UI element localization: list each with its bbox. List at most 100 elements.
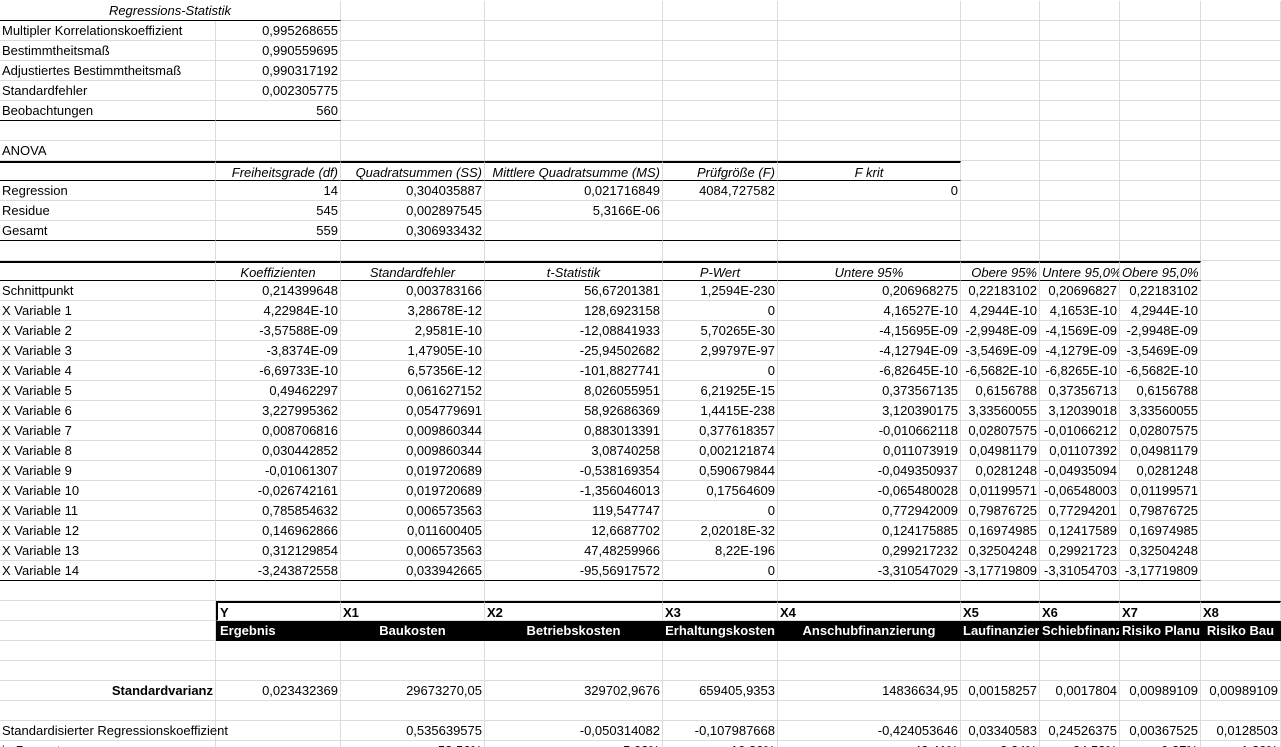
coeff-value[interactable]: -1,356046013 — [485, 481, 663, 501]
empty-cell[interactable] — [778, 101, 961, 121]
empty-cell[interactable] — [485, 101, 663, 121]
empty-cell[interactable] — [0, 161, 216, 181]
coeff-header[interactable]: t-Statistik — [485, 261, 663, 281]
empty-cell[interactable] — [341, 661, 485, 681]
empty-cell[interactable] — [778, 581, 961, 601]
coeff-row-label[interactable]: X Variable 13 — [0, 541, 216, 561]
empty-cell[interactable] — [1201, 341, 1281, 361]
std-variance-value[interactable]: 29673270,05 — [341, 681, 485, 701]
coeff-row-label[interactable]: X Variable 6 — [0, 401, 216, 421]
empty-cell[interactable] — [341, 241, 485, 261]
coeff-value[interactable]: 4,16527E-10 — [778, 301, 961, 321]
empty-cell[interactable] — [1040, 101, 1120, 121]
empty-cell[interactable] — [778, 41, 961, 61]
coeff-row-label[interactable]: X Variable 3 — [0, 341, 216, 361]
std-variance-value[interactable]: 0,0017804 — [1040, 681, 1120, 701]
empty-cell[interactable] — [961, 141, 1040, 161]
coeff-value[interactable]: -0,06548003 — [1040, 481, 1120, 501]
empty-cell[interactable] — [1040, 1, 1120, 21]
coeff-value[interactable]: 0,030442852 — [216, 441, 341, 461]
coeff-value[interactable]: 58,92686369 — [485, 401, 663, 421]
empty-cell[interactable] — [216, 141, 341, 161]
coeff-value[interactable]: 0,011600405 — [341, 521, 485, 541]
empty-cell[interactable] — [1201, 181, 1281, 201]
variable-code[interactable]: X4 — [778, 601, 961, 621]
coeff-row-label[interactable]: X Variable 7 — [0, 421, 216, 441]
empty-cell[interactable] — [663, 21, 778, 41]
empty-cell[interactable] — [1201, 21, 1281, 41]
coeff-value[interactable]: 0,32504248 — [1120, 541, 1201, 561]
anova-value[interactable] — [485, 221, 663, 241]
std-variance-label[interactable]: Standardvarianz — [0, 681, 216, 701]
empty-cell[interactable] — [341, 701, 485, 721]
coeff-value[interactable]: 0 — [663, 301, 778, 321]
percent-value[interactable] — [216, 741, 341, 747]
anova-title[interactable]: ANOVA — [0, 141, 216, 161]
stat-label[interactable]: Multipler Korrelationskoeffizient — [0, 21, 216, 41]
coeff-value[interactable]: 2,02018E-32 — [663, 521, 778, 541]
std-coeff-value[interactable]: 0,535639575 — [341, 721, 485, 741]
coeff-value[interactable]: -0,065480028 — [778, 481, 961, 501]
coeff-header[interactable]: Standardfehler — [341, 261, 485, 281]
empty-cell[interactable] — [1120, 581, 1201, 601]
coeff-value[interactable]: 3,120390175 — [778, 401, 961, 421]
stat-value[interactable]: 560 — [216, 101, 341, 121]
coeff-value[interactable]: 0,373567135 — [778, 381, 961, 401]
empty-cell[interactable] — [778, 641, 961, 661]
coeff-value[interactable]: 0,124175885 — [778, 521, 961, 541]
empty-cell[interactable] — [0, 601, 216, 621]
spreadsheet-grid[interactable]: Regressions-Statistik Multipler Korrelati… — [0, 0, 1281, 747]
empty-cell[interactable] — [1040, 61, 1120, 81]
coeff-value[interactable]: 0,590679844 — [663, 461, 778, 481]
variable-name[interactable]: Risiko Bau — [1201, 621, 1281, 641]
coeff-value[interactable]: -25,94502682 — [485, 341, 663, 361]
anova-value[interactable]: 14 — [216, 181, 341, 201]
empty-cell[interactable] — [1120, 21, 1201, 41]
empty-cell[interactable] — [961, 201, 1040, 221]
empty-cell[interactable] — [663, 661, 778, 681]
variable-name[interactable]: Anschubfinanzierung — [778, 621, 961, 641]
std-variance-value[interactable]: 0,023432369 — [216, 681, 341, 701]
empty-cell[interactable] — [1201, 441, 1281, 461]
coeff-value[interactable]: 0,003783166 — [341, 281, 485, 301]
empty-cell[interactable] — [1201, 141, 1281, 161]
std-variance-value[interactable]: 0,00989109 — [1120, 681, 1201, 701]
empty-cell[interactable] — [0, 621, 216, 641]
anova-value[interactable] — [663, 201, 778, 221]
empty-cell[interactable] — [485, 241, 663, 261]
empty-cell[interactable] — [485, 81, 663, 101]
empty-cell[interactable] — [961, 581, 1040, 601]
coeff-value[interactable]: 56,67201381 — [485, 281, 663, 301]
coeff-value[interactable]: -101,8827741 — [485, 361, 663, 381]
coeff-value[interactable]: -2,9948E-09 — [1120, 321, 1201, 341]
empty-cell[interactable] — [663, 241, 778, 261]
empty-cell[interactable] — [216, 701, 341, 721]
coeff-value[interactable]: 0,214399648 — [216, 281, 341, 301]
empty-cell[interactable] — [663, 641, 778, 661]
coeff-row-label[interactable]: X Variable 12 — [0, 521, 216, 541]
coeff-header[interactable]: Koeffizienten — [216, 261, 341, 281]
std-coeff-value[interactable]: -0,050314082 — [485, 721, 663, 741]
empty-cell[interactable] — [1120, 661, 1201, 681]
empty-cell[interactable] — [485, 61, 663, 81]
empty-cell[interactable] — [0, 121, 216, 141]
coeff-value[interactable]: 0,04981179 — [961, 441, 1040, 461]
empty-cell[interactable] — [1120, 221, 1201, 241]
variable-name[interactable]: Betriebskosten — [485, 621, 663, 641]
variable-code[interactable]: X8 — [1201, 601, 1281, 621]
coeff-value[interactable]: -6,8265E-10 — [1040, 361, 1120, 381]
empty-cell[interactable] — [1040, 141, 1120, 161]
coeff-value[interactable]: 0,785854632 — [216, 501, 341, 521]
empty-cell[interactable] — [485, 121, 663, 141]
coeff-value[interactable]: 0,04981179 — [1120, 441, 1201, 461]
anova-header[interactable]: Freiheitsgrade (df) — [216, 161, 341, 181]
coeff-value[interactable]: 0,37356713 — [1040, 381, 1120, 401]
coeff-value[interactable]: 1,47905E-10 — [341, 341, 485, 361]
percent-value[interactable]: -5,03% — [485, 741, 663, 747]
coeff-value[interactable]: 12,6687702 — [485, 521, 663, 541]
std-coeff-value[interactable]: -0,107987668 — [663, 721, 778, 741]
empty-cell[interactable] — [216, 641, 341, 661]
coeff-value[interactable]: 0,0281248 — [1120, 461, 1201, 481]
empty-cell[interactable] — [341, 581, 485, 601]
coeff-value[interactable]: 0,006573563 — [341, 501, 485, 521]
